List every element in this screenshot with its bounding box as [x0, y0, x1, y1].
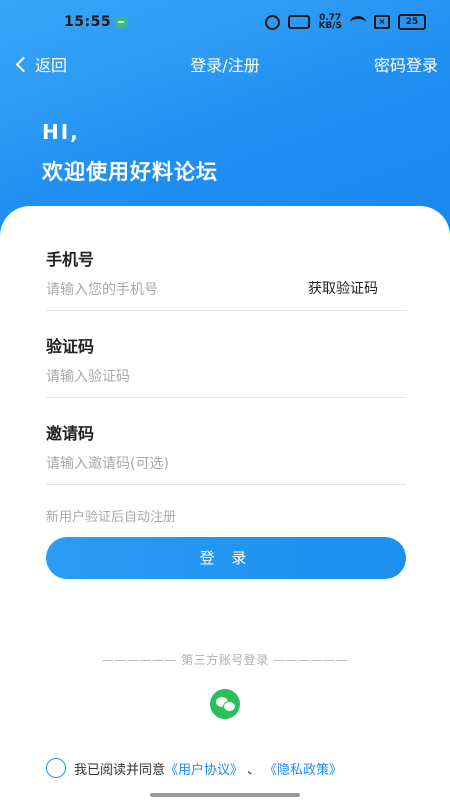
greeting: HI, 欢迎使用好料论坛	[42, 120, 218, 186]
battery-icon: 25	[398, 14, 426, 30]
invite-input[interactable]	[46, 456, 406, 472]
agreement-separator: 、	[247, 762, 261, 778]
divider	[46, 310, 406, 311]
code-label: 验证码	[46, 337, 95, 356]
status-icons: 0.77 KB/S × 25	[265, 13, 426, 31]
greeting-hi: HI,	[42, 120, 80, 144]
alarm-icon	[265, 14, 281, 30]
greeting-welcome: 欢迎使用好料论坛	[42, 160, 218, 184]
agree-radio[interactable]	[46, 758, 66, 778]
wifi-icon	[350, 15, 366, 29]
message-notification-icon	[115, 17, 127, 28]
agreement-prefix: 我已阅读并同意	[74, 762, 166, 778]
divider	[46, 397, 406, 398]
network-speed: 0.77 KB/S	[318, 13, 342, 31]
status-bar: 15:55 0.77 KB/S × 25	[0, 0, 450, 44]
status-time: 15:55	[64, 14, 112, 30]
home-indicator[interactable]	[150, 793, 300, 797]
login-button[interactable]: 登 录	[46, 537, 406, 579]
sim-icon: ×	[374, 15, 390, 29]
invite-label: 邀请码	[46, 424, 95, 443]
phone-label: 手机号	[46, 250, 95, 269]
divider	[46, 484, 406, 485]
auto-register-hint: 新用户验证后自动注册	[46, 510, 177, 525]
privacy-policy-link[interactable]: 《隐私政策》	[264, 759, 342, 778]
invite-field: 邀请码	[46, 420, 406, 485]
user-agreement-link[interactable]: 《用户协议》	[165, 759, 243, 778]
wechat-icon[interactable]	[210, 689, 240, 719]
password-login-button[interactable]: 密码登录	[374, 52, 438, 76]
agreement-row: 我已阅读并同意 《用户协议》 、 《隐私政策》	[46, 758, 342, 778]
third-party-login-label: —————— 第三方账号登录 ——————	[101, 653, 349, 667]
code-input[interactable]	[46, 369, 406, 385]
wechat-bubble-small	[223, 701, 236, 712]
vibrate-icon	[288, 15, 311, 29]
code-field: 验证码	[46, 333, 406, 398]
nav-bar: 返回 登录/注册 密码登录	[0, 44, 450, 84]
get-code-button[interactable]: 获取验证码	[308, 278, 378, 298]
